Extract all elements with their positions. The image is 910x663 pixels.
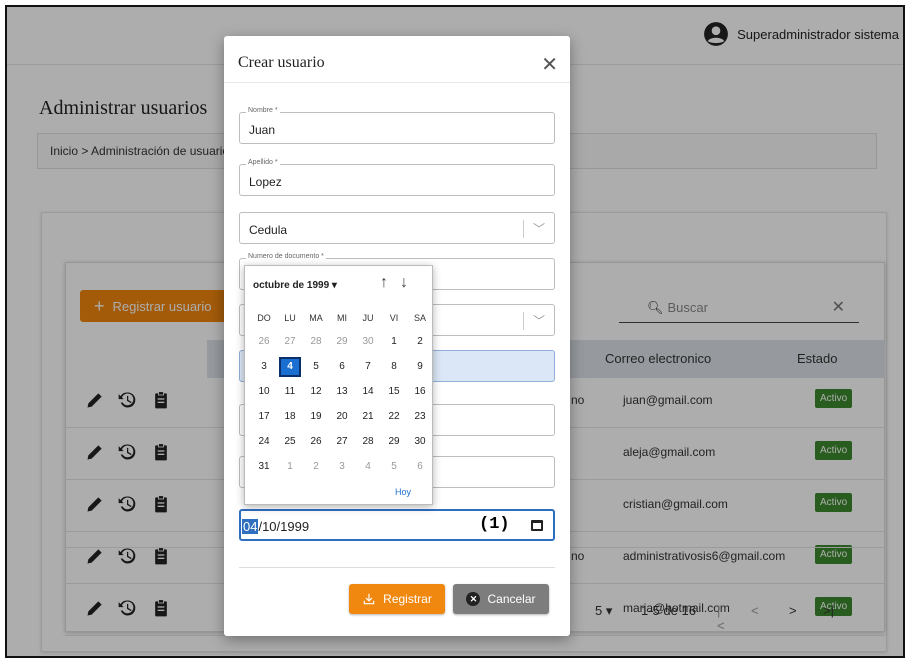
register-button-label: Registrar	[383, 592, 432, 606]
calendar-day[interactable]: 6	[331, 357, 353, 377]
birth-date-input[interactable]: 04/10/1999 (1)	[239, 509, 555, 541]
calendar-day[interactable]: 31	[253, 457, 275, 477]
calendar-day[interactable]: 28	[357, 432, 379, 452]
calendar-day[interactable]: 19	[305, 407, 327, 427]
download-icon	[363, 593, 375, 605]
date-day-segment: 04	[242, 519, 259, 534]
calendar-day[interactable]: 3	[253, 357, 275, 377]
date-picker-popup: octubre de 1999 ▾ ↑↓ Hoy DO LU MA MI JU VI SA 2…	[244, 265, 433, 505]
apellido-value: Lopez	[249, 175, 282, 189]
calendar-day[interactable]: 23	[409, 407, 431, 427]
select-divider	[523, 312, 524, 330]
chevron-down-icon: ﹀	[532, 222, 545, 236]
calendar-day[interactable]: 24	[253, 432, 275, 452]
calendar-day[interactable]: 9	[409, 357, 431, 377]
weekday-header: MA	[309, 313, 323, 323]
document-number-label: Numero de documento *	[246, 253, 326, 260]
month-year-selector[interactable]: octubre de 1999 ▾	[253, 280, 337, 291]
chevron-down-icon: ﹀	[532, 314, 545, 328]
calendar-day[interactable]: 1	[383, 332, 405, 352]
today-button[interactable]: Hoy	[395, 487, 411, 497]
calendar-day[interactable]: 5	[305, 357, 327, 377]
calendar-day[interactable]: 3	[331, 457, 353, 477]
nombre-value: Juan	[249, 123, 276, 137]
nombre-field[interactable]: Nombre * Juan	[239, 107, 555, 144]
dialog-divider	[224, 82, 570, 83]
calendar-day[interactable]: 27	[331, 432, 353, 452]
date-rest: /10/1999	[258, 519, 310, 534]
calendar-day[interactable]: 4	[279, 357, 301, 377]
document-type-value: Cedula	[249, 223, 288, 237]
dialog-title: Crear usuario	[238, 54, 325, 71]
calendar-day[interactable]: 10	[253, 382, 275, 402]
apellido-field[interactable]: Apellido * Lopez	[239, 159, 555, 196]
weekday-header: SA	[413, 313, 426, 323]
calendar-day[interactable]: 22	[383, 407, 405, 427]
calendar-day[interactable]: 28	[305, 332, 327, 352]
calendar-day[interactable]: 17	[253, 407, 275, 427]
arrow-up-icon[interactable]: ↑	[380, 274, 400, 291]
calendar-day[interactable]: 1	[279, 457, 301, 477]
calendar-day[interactable]: 25	[279, 432, 301, 452]
apellido-label: Apellido *	[246, 159, 280, 166]
nombre-label: Nombre *	[246, 107, 280, 114]
close-icon[interactable]: ✕	[541, 52, 558, 77]
weekday-header: DO	[257, 313, 271, 323]
register-button[interactable]: Registrar	[349, 584, 445, 614]
calendar-day[interactable]: 5	[383, 457, 405, 477]
annotation-marker: (1)	[479, 515, 510, 534]
calendar-day[interactable]: 2	[305, 457, 327, 477]
calendar-day[interactable]: 11	[279, 382, 301, 402]
calendar-day[interactable]: 15	[383, 382, 405, 402]
month-nav: ↑↓	[380, 274, 420, 292]
weekday-header: MI	[337, 313, 347, 323]
dialog-footer-divider	[239, 567, 555, 568]
calendar-day[interactable]: 4	[357, 457, 379, 477]
calendar-day[interactable]: 14	[357, 382, 379, 402]
document-type-select[interactable]: Cedula ﹀	[239, 212, 555, 244]
cancel-icon: ✕	[466, 592, 481, 606]
date-value: 04/10/1999	[241, 519, 309, 534]
calendar-day[interactable]: 6	[409, 457, 431, 477]
calendar-day[interactable]: 29	[383, 432, 405, 452]
calendar-day[interactable]: 26	[305, 432, 327, 452]
cancel-button[interactable]: ✕ Cancelar	[453, 584, 549, 614]
calendar-day[interactable]: 13	[331, 382, 353, 402]
calendar-day[interactable]: 16	[409, 382, 431, 402]
cancel-button-label: Cancelar	[487, 592, 536, 606]
calendar-day[interactable]: 29	[331, 332, 353, 352]
weekday-header: JU	[362, 313, 374, 323]
calendar-day[interactable]: 7	[357, 357, 379, 377]
calendar-icon[interactable]	[531, 520, 543, 531]
calendar-day[interactable]: 2	[409, 332, 431, 352]
calendar-day[interactable]: 27	[279, 332, 301, 352]
calendar-day[interactable]: 12	[305, 382, 327, 402]
calendar-day[interactable]: 8	[383, 357, 405, 377]
select-divider	[523, 220, 524, 238]
weekday-header: VI	[389, 313, 399, 323]
arrow-down-icon[interactable]: ↓	[400, 274, 420, 291]
calendar-day[interactable]: 30	[409, 432, 431, 452]
weekday-header: LU	[284, 313, 296, 323]
calendar-day[interactable]: 21	[357, 407, 379, 427]
calendar-day[interactable]: 26	[253, 332, 275, 352]
calendar-day[interactable]: 20	[331, 407, 353, 427]
calendar-day[interactable]: 18	[279, 407, 301, 427]
calendar-day[interactable]: 30	[357, 332, 379, 352]
app-window: Superadministrador sistema Administrar u…	[5, 5, 905, 658]
